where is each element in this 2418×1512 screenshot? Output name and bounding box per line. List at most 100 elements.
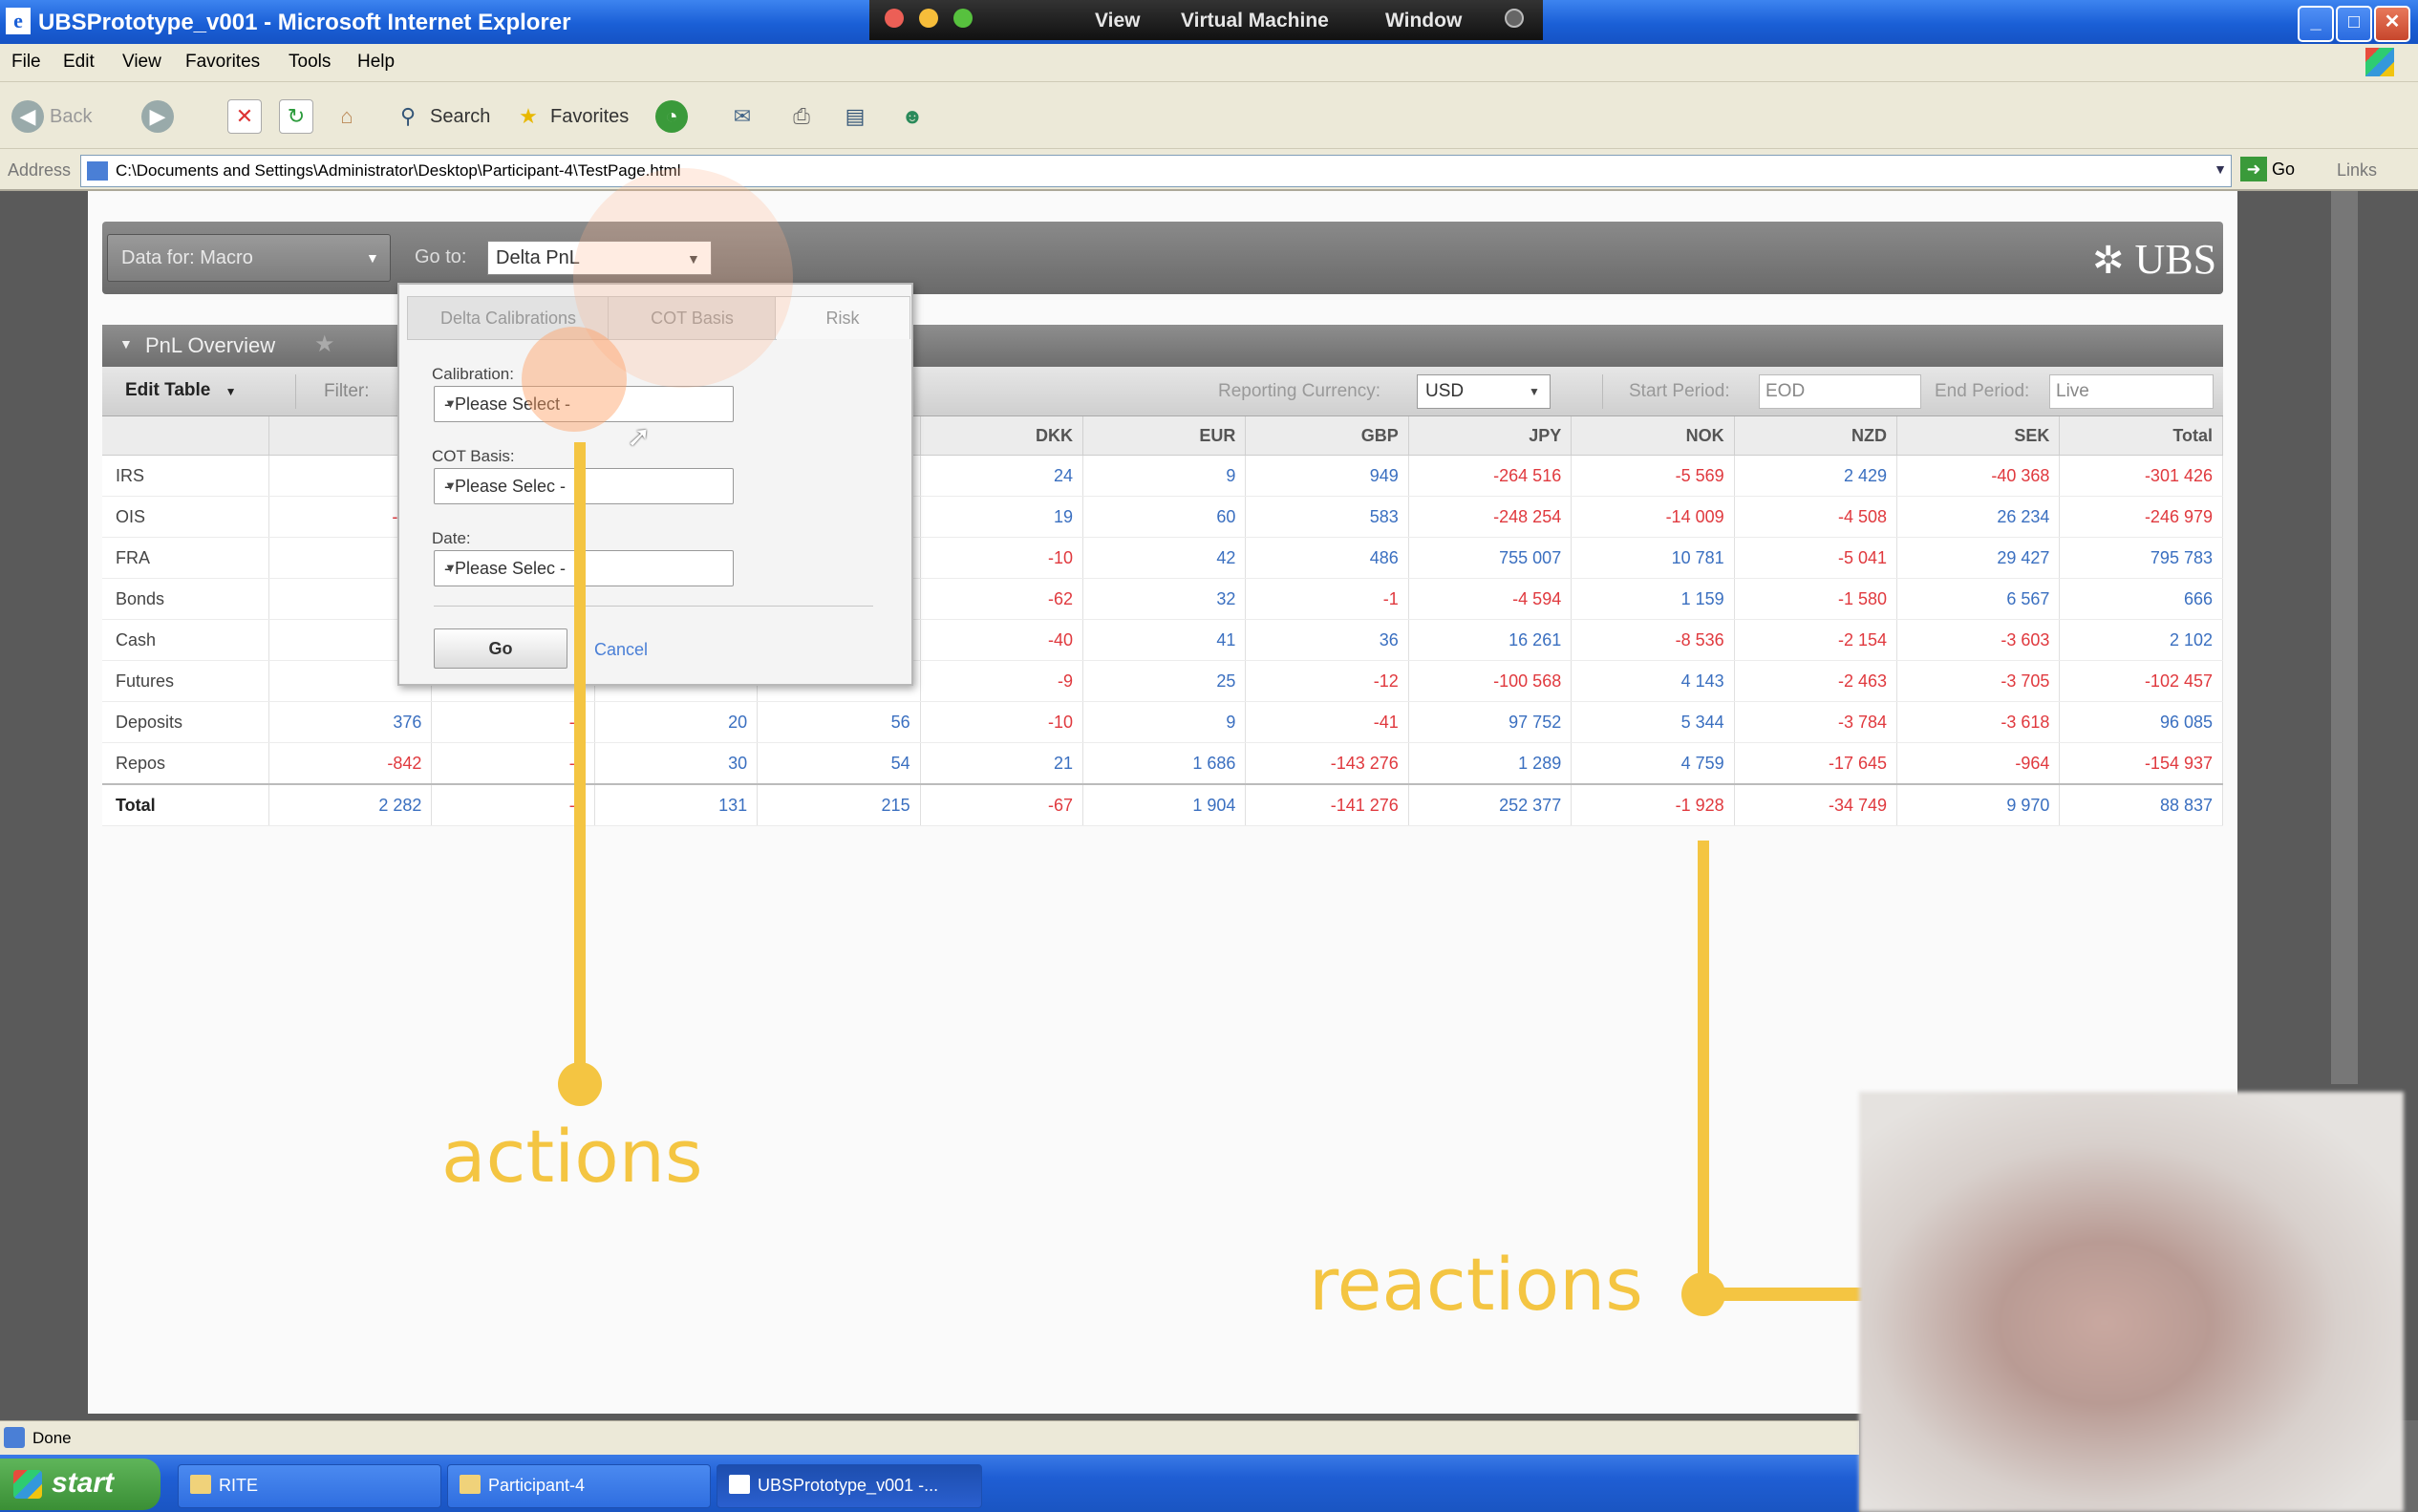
table-cell: -8 536 [1571,619,1735,661]
table-cell: -12 [1245,660,1409,702]
table-cell: 20 [594,701,759,743]
taskbar-item-ubsprototype[interactable]: UBSPrototype_v001 -... [717,1464,982,1508]
menu-favorites[interactable]: Favorites [185,52,260,73]
end-period-input[interactable]: Live [2049,374,2214,409]
table-cell: -5 569 [1571,455,1735,497]
links-button[interactable]: Links [2337,160,2377,181]
chevron-down-icon: ▼ [366,250,379,266]
table-cell: -10 [920,537,1084,579]
table-cell: -246 979 [2059,496,2223,538]
taskbar-item-rite[interactable]: RITE [178,1464,441,1508]
status-bar: Done [0,1420,1859,1455]
history-icon: ◔ [655,100,688,133]
taskbar-item-participant-4[interactable]: Participant-4 [447,1464,711,1508]
vm-options-icon[interactable] [1505,9,1524,28]
edit-page-button[interactable]: ▤ [839,99,871,134]
table-cell: 25 [1082,660,1247,702]
table-cell: -264 516 [1408,455,1573,497]
menu-tools[interactable]: Tools [289,52,331,73]
column-header[interactable]: JPY [1408,416,1573,456]
end-period-value: Live [2056,381,2089,401]
minimize-button[interactable]: _ [2298,6,2334,42]
reporting-currency-label: Reporting Currency: [1218,381,1381,401]
row-label: Cash [102,619,269,661]
folder-icon [460,1475,481,1494]
divider [1602,374,1603,409]
stop-button[interactable]: ✕ [227,99,262,134]
search-button[interactable]: ⚲ Search [392,99,490,134]
tab-risk[interactable]: Risk [775,296,910,339]
vm-menu-view[interactable]: View [1095,10,1140,32]
reporting-currency-select[interactable]: USD ▼ [1417,374,1551,409]
row-label: IRS [102,455,269,497]
column-header[interactable]: Total [2059,416,2223,456]
table-cell: 666 [2059,578,2223,620]
popup-cancel-link[interactable]: Cancel [594,640,648,660]
data-for-label: Data for: Macro [121,247,253,268]
table-cell: -3 603 [1896,619,2061,661]
column-header[interactable]: GBP [1245,416,1409,456]
column-header[interactable] [102,416,269,456]
popup-go-button[interactable]: Go [434,628,567,669]
column-header[interactable]: EUR [1082,416,1247,456]
go-to-value: Delta PnL [496,247,580,268]
data-for-dropdown[interactable]: Data for: Macro ▼ [107,234,391,282]
go-button[interactable]: ➜ Go [2240,157,2295,181]
table-cell: -4 [431,742,595,785]
column-header[interactable]: NZD [1734,416,1898,456]
table-cell: -4 594 [1408,578,1573,620]
history-button[interactable]: ◔ [655,99,688,134]
vm-menu-window[interactable]: Window [1385,10,1462,32]
table-cell: 56 [757,701,921,743]
edit-table-label: Edit Table [125,380,211,400]
table-cell: -41 [1245,701,1409,743]
vm-menu-virtual-machine[interactable]: Virtual Machine [1181,10,1329,32]
address-input[interactable]: C:\Documents and Settings\Administrator\… [80,155,2232,187]
menu-file[interactable]: File [11,52,41,73]
favorite-star-icon[interactable]: ★ [314,330,335,358]
menu-edit[interactable]: Edit [63,52,95,73]
close-button[interactable]: ✕ [2374,6,2410,42]
column-header[interactable]: DKK [920,416,1084,456]
scrollbar[interactable] [2331,191,2358,1084]
cot-basis-label: COT Basis: [432,447,515,465]
edit-page-icon: ▤ [845,104,866,128]
refresh-button[interactable]: ↻ [279,99,313,134]
taskbar-item-label: RITE [219,1476,259,1495]
table-cell: -62 [920,578,1084,620]
table-total-row: Total2 282-1131215-671 904-141 276252 37… [102,783,2223,826]
messenger-button[interactable]: ☻ [896,99,929,134]
start-period-input[interactable]: EOD [1759,374,1921,409]
collapse-triangle-icon[interactable]: ▼ [119,336,133,351]
messenger-icon: ☻ [901,104,924,128]
table-cell: -3 618 [1896,701,2061,743]
favorites-button[interactable]: ★ Favorites [512,99,629,134]
row-label: Repos [102,742,269,785]
chevron-down-icon[interactable]: ▼ [2214,161,2227,177]
mail-button[interactable]: ✉ [726,99,759,134]
print-button[interactable]: ⎙ [785,99,818,134]
back-button[interactable]: ◀ Back [11,99,92,134]
reactions-connector [1710,1288,1863,1301]
home-button[interactable]: ⌂ [331,99,363,134]
column-header[interactable]: NOK [1571,416,1735,456]
vm-close-icon[interactable] [885,9,904,28]
table-cell: -1 [431,783,595,826]
actions-dot [558,1062,602,1106]
vm-minimize-icon[interactable] [919,9,938,28]
table-cell: -40 [920,619,1084,661]
table-cell: -141 276 [1245,783,1409,826]
table-cell: 755 007 [1408,537,1573,579]
menu-help[interactable]: Help [357,52,395,73]
go-to-label: Go to: [415,246,467,267]
start-button[interactable]: start [0,1459,160,1510]
edit-table-button[interactable]: Edit Table ▼ [125,380,237,401]
mail-icon: ✉ [733,104,752,128]
column-header[interactable]: SEK [1896,416,2061,456]
forward-button[interactable]: ▶ [141,99,174,134]
print-icon: ⎙ [793,104,810,128]
row-label: Bonds [102,578,269,620]
vm-zoom-icon[interactable] [953,9,973,28]
maximize-button[interactable]: □ [2336,6,2372,42]
menu-view[interactable]: View [122,52,161,73]
